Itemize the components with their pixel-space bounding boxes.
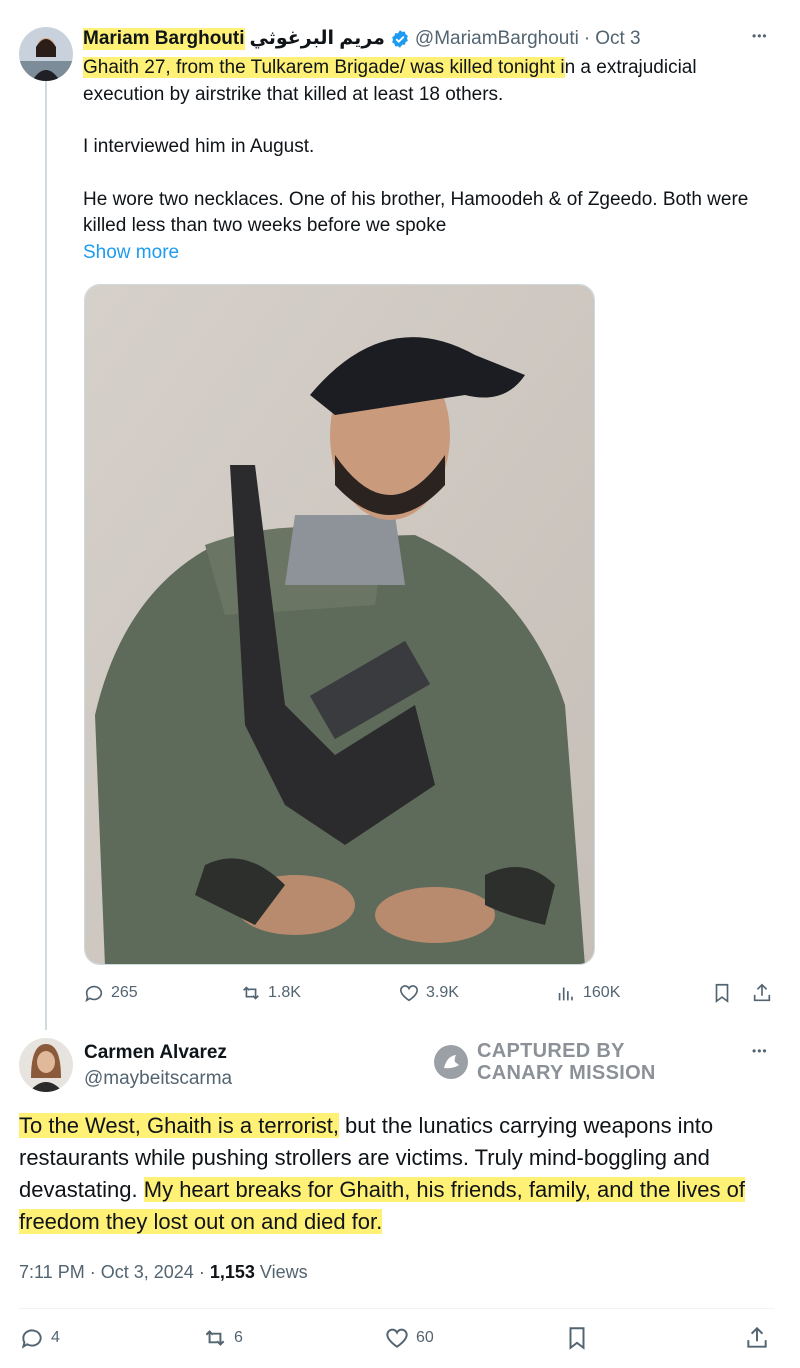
reply-count: 265 xyxy=(111,984,138,1001)
like-button[interactable]: 60 xyxy=(384,1325,434,1351)
author-handle[interactable]: @MariamBarghouti xyxy=(415,28,579,50)
share-button[interactable] xyxy=(744,1325,770,1351)
like-button[interactable]: 3.9K xyxy=(398,982,459,1004)
tweet1-paragraph-2: I interviewed him in August. xyxy=(83,136,315,157)
share-button[interactable] xyxy=(751,982,773,1004)
tweet1-action-bar: 265 1.8K 3.9K 160K xyxy=(83,982,783,1008)
heart-icon xyxy=(399,985,419,1002)
bookmark-button[interactable] xyxy=(711,982,733,1004)
tweet1-paragraph-3: He wore two necklaces. One of his brothe… xyxy=(83,188,749,237)
tweet1-header: Mariam Barghouti مريم البرغوثي @MariamBa… xyxy=(83,27,641,50)
reply-icon xyxy=(85,985,103,1003)
highlighted-text-1: To the West, Ghaith is a terrorist, xyxy=(19,1113,339,1138)
share-icon xyxy=(747,1326,767,1348)
tweet-date[interactable]: Oct 3 xyxy=(595,28,640,50)
tweet2-action-bar: 4 6 60 xyxy=(19,1325,779,1357)
heart-icon xyxy=(386,1328,408,1348)
author-handle[interactable]: @maybeitscarma xyxy=(84,1068,232,1090)
verified-badge-icon xyxy=(390,29,410,49)
author-name[interactable]: Carmen Alvarez xyxy=(84,1042,227,1064)
bookmark-icon xyxy=(569,1327,585,1350)
like-count: 60 xyxy=(416,1329,434,1346)
avatar-mariam[interactable] xyxy=(19,27,73,81)
tweet-date[interactable]: Oct 3, 2024 xyxy=(101,1262,194,1282)
repost-button[interactable]: 1.8K xyxy=(240,982,301,1004)
tweet-photo[interactable] xyxy=(84,284,595,965)
bookmark-icon xyxy=(715,983,729,1003)
thread-connector-line xyxy=(45,80,47,1030)
watermark: CAPTURED BY CANARY MISSION xyxy=(433,1040,656,1084)
canary-mission-logo-icon xyxy=(434,1045,468,1079)
repost-icon xyxy=(205,1330,225,1346)
share-icon xyxy=(753,983,771,1002)
highlighted-text: Ghaith 27, from the Tulkarem Brigade/ wa… xyxy=(83,57,565,78)
more-options-icon[interactable]: ••• xyxy=(752,30,768,42)
tweet-time[interactable]: 7:11 PM xyxy=(19,1262,85,1282)
views-count: 160K xyxy=(583,984,621,1001)
like-count: 3.9K xyxy=(426,984,459,1001)
divider xyxy=(19,1308,775,1309)
reply-icon xyxy=(21,1329,42,1349)
author-name[interactable]: Mariam Barghouti xyxy=(83,27,245,50)
author-name-arabic[interactable]: مريم البرغوثي xyxy=(250,27,385,50)
reply-button[interactable]: 265 xyxy=(83,982,138,1004)
separator: · xyxy=(583,27,591,49)
watermark-line-2: CANARY MISSION xyxy=(477,1062,656,1084)
views-button[interactable]: 160K xyxy=(555,982,620,1004)
watermark-line-1: CAPTURED BY xyxy=(477,1040,625,1062)
reply-count: 4 xyxy=(51,1329,60,1346)
analytics-icon xyxy=(558,987,573,1001)
avatar-carmen[interactable] xyxy=(19,1038,73,1092)
show-more-link[interactable]: Show more xyxy=(83,242,179,264)
repost-count: 1.8K xyxy=(268,984,301,1001)
views-label: Views xyxy=(259,1262,308,1282)
views-count: 1,153 xyxy=(209,1262,255,1282)
repost-count: 6 xyxy=(234,1329,243,1346)
tweet1-text: Ghaith 27, from the Tulkarem Brigade/ wa… xyxy=(83,55,773,240)
tweet2-text: To the West, Ghaith is a terrorist, but … xyxy=(19,1110,784,1238)
repost-icon xyxy=(243,986,259,1000)
bookmark-button[interactable] xyxy=(564,1325,590,1351)
tweet-meta: 7:11 PM · Oct 3, 2024 · 1,153 Views xyxy=(19,1262,308,1282)
more-options-icon[interactable]: ••• xyxy=(752,1045,768,1057)
repost-button[interactable]: 6 xyxy=(202,1325,243,1351)
reply-button[interactable]: 4 xyxy=(19,1325,60,1351)
tweet1-paragraph-1: Ghaith 27, from the Tulkarem Brigade/ wa… xyxy=(83,57,697,105)
